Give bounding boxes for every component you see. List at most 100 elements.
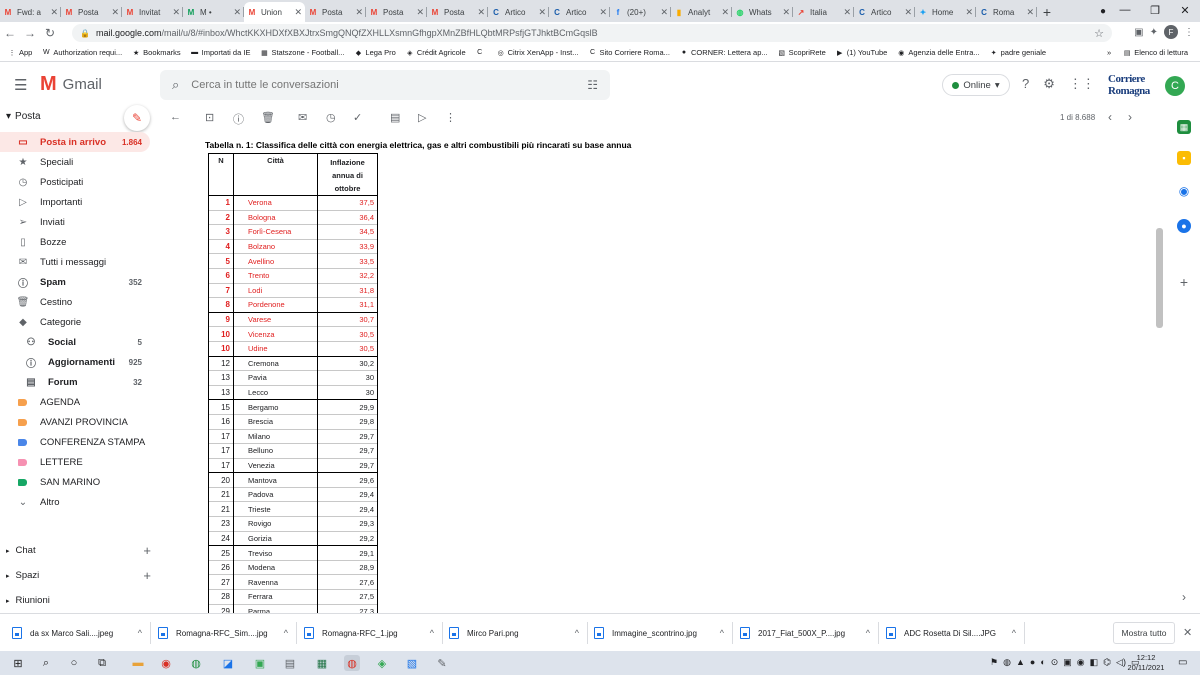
tray-icon-9[interactable]: ◧	[1090, 657, 1099, 668]
bookmark-item[interactable]: ▶ (1) YouTube	[836, 48, 887, 57]
chevron-up-icon[interactable]: ^	[430, 628, 434, 638]
browser-tab[interactable]: C Artico ✕	[488, 2, 549, 22]
sidebar-item[interactable]: ▯ Bozze	[0, 232, 150, 252]
tray-icon-7[interactable]: ▣	[1063, 657, 1072, 668]
profile-avatar[interactable]: F	[1164, 25, 1178, 39]
paint-icon[interactable]: ✎	[434, 655, 450, 671]
address-bar[interactable]: 🔒 mail.google.com/mail/u/8/#inbox/WhctKK…	[72, 24, 1112, 42]
bookmark-item[interactable]: ◉ Agenzia delle Entra...	[897, 48, 979, 57]
close-tab-icon[interactable]: ✕	[599, 7, 607, 18]
category-item[interactable]: ⚇ Social 5	[0, 332, 150, 352]
app-red-icon[interactable]: ◉	[158, 655, 174, 671]
apps-grid-icon[interactable]: ⋮⋮	[1069, 76, 1095, 92]
app-blue-icon[interactable]: ◪	[220, 655, 236, 671]
status-selector[interactable]: Online ▾	[942, 74, 1010, 96]
sidebar-item[interactable]: 🗑 Cestino	[0, 292, 150, 312]
menu-dots-icon[interactable]: ⋮	[1184, 27, 1194, 38]
account-avatar[interactable]: C	[1165, 76, 1185, 96]
close-tab-icon[interactable]: ✕	[355, 7, 363, 18]
search-icon[interactable]: ⌕	[38, 655, 54, 671]
browser-tab[interactable]: M Invitat ✕	[122, 2, 183, 22]
bookmark-item[interactable]: ▬ Importati da IE	[191, 48, 250, 57]
app-green-icon[interactable]: ▣	[252, 655, 268, 671]
sidebar-item[interactable]: ◆ Categorie	[0, 312, 150, 332]
volume-icon[interactable]: ◁)	[1116, 657, 1126, 668]
label-icon[interactable]: ▷	[418, 111, 426, 124]
tray-icon-3[interactable]: ▲	[1016, 657, 1025, 668]
move-to-icon[interactable]: ▤	[390, 111, 400, 124]
close-tab-icon[interactable]: ✕	[660, 7, 668, 18]
close-tab-icon[interactable]: ✕	[294, 7, 302, 18]
close-shelf-icon[interactable]: ✕	[1183, 626, 1192, 639]
delete-icon[interactable]: 🗑	[261, 111, 275, 124]
close-tab-icon[interactable]: ✕	[782, 7, 790, 18]
profile-dot-icon[interactable]: ●	[1095, 3, 1111, 19]
browser-tab[interactable]: f (20+) ✕	[610, 2, 671, 22]
close-tab-icon[interactable]: ✕	[1026, 7, 1034, 18]
browser-tab[interactable]: ↗ Italia ✕	[793, 2, 854, 22]
sidebar-section[interactable]: ▸ Spazi +	[6, 568, 151, 583]
sidebar-item[interactable]: ▭ Posta in arrivo 1.864	[0, 132, 150, 152]
browser-tab[interactable]: M Posta ✕	[305, 2, 366, 22]
add-icon[interactable]: +	[143, 543, 151, 558]
close-tab-icon[interactable]: ✕	[50, 7, 58, 18]
report-spam-icon[interactable]: ⓘ	[233, 111, 244, 127]
reload-icon[interactable]: ↻	[40, 26, 60, 40]
chevron-up-icon[interactable]: ^	[138, 628, 142, 638]
tray-icon-2[interactable]: ◍	[1003, 657, 1011, 668]
more-options-icon[interactable]: ⋮	[445, 111, 456, 124]
category-item[interactable]: ⓘ Aggiornamenti 925	[0, 352, 150, 372]
more-bookmarks-icon[interactable]: »	[1107, 48, 1111, 57]
file-explorer-icon[interactable]: ▬	[130, 655, 146, 671]
close-window-button[interactable]: ✕	[1170, 0, 1200, 20]
browser-tab[interactable]: M Posta ✕	[366, 2, 427, 22]
browser-tab[interactable]: M Posta ✕	[61, 2, 122, 22]
download-item[interactable]: ADC Rosetta Di Sil....JPG ^	[886, 614, 1016, 652]
snooze-icon[interactable]: ◷	[326, 111, 336, 124]
message-scrollbar[interactable]	[1156, 228, 1163, 328]
close-tab-icon[interactable]: ✕	[233, 7, 241, 18]
browser-tab[interactable]: C Artico ✕	[549, 2, 610, 22]
gear-icon[interactable]: ⚙	[1043, 76, 1055, 92]
add-task-icon[interactable]: ✓	[353, 111, 362, 124]
label-item[interactable]: AGENDA	[0, 392, 150, 412]
tray-icon-4[interactable]: ●	[1030, 657, 1035, 668]
bookmark-item[interactable]: ⋮ App	[8, 48, 33, 57]
search-input[interactable]	[191, 79, 552, 91]
gmail-logo[interactable]: M Gmail	[40, 74, 102, 94]
calendar-icon[interactable]: ▦	[1177, 120, 1191, 134]
maximize-button[interactable]: ❐	[1140, 0, 1170, 20]
next-message-icon[interactable]: ›	[1128, 110, 1132, 124]
bookmark-item[interactable]: ● CORNER: Lettera ap...	[680, 48, 768, 57]
sidebar-item[interactable]: ➢ Inviati	[0, 212, 150, 232]
bookmark-item[interactable]: ◎ Citrix XenApp - Inst...	[497, 48, 579, 57]
sidebar-section[interactable]: ▸ Riunioni	[6, 595, 151, 606]
sidebar-item[interactable]: ★ Speciali	[0, 152, 150, 172]
download-item[interactable]: Romagna-RFC_1.jpg ^	[304, 614, 434, 652]
close-tab-icon[interactable]: ✕	[904, 7, 912, 18]
add-icon[interactable]: +	[143, 568, 151, 583]
label-item[interactable]: CONFERENZA STAMPA	[0, 432, 150, 452]
tray-icon-5[interactable]: ◐	[1040, 657, 1045, 668]
excel-icon[interactable]: ▦	[314, 655, 330, 671]
archive-icon[interactable]: ⊡	[205, 111, 214, 124]
download-item[interactable]: Immagine_scontrino.jpg ^	[594, 614, 724, 652]
new-tab-button[interactable]: +	[1037, 2, 1057, 22]
chrome-icon[interactable]: ◍	[188, 655, 204, 671]
label-item[interactable]: AVANZI PROVINCIA	[0, 412, 150, 432]
browser-tab[interactable]: C Artico ✕	[854, 2, 915, 22]
taskbar-clock[interactable]: 12:12 20/11/2021	[1126, 653, 1166, 673]
bookmark-star-icon[interactable]: ☆	[1094, 27, 1104, 40]
download-item[interactable]: Mirco Pari.png ^	[449, 614, 579, 652]
chevron-up-icon[interactable]: ^	[866, 628, 870, 638]
bookmark-item[interactable]: C Sito Corriere Roma...	[589, 48, 670, 57]
browser-tab[interactable]: ◍ Whats ✕	[732, 2, 793, 22]
browser-tab[interactable]: M M • ✕	[183, 2, 244, 22]
tasks-icon[interactable]: ◉	[1177, 184, 1191, 198]
cortana-icon[interactable]: ○	[66, 655, 82, 671]
chrome-active-icon[interactable]: ◍	[344, 655, 360, 671]
browser-tab[interactable]: C Roma ✕	[976, 2, 1037, 22]
chevron-up-icon[interactable]: ^	[284, 628, 288, 638]
browser-tab[interactable]: ✦ Home ✕	[915, 2, 976, 22]
notifications-icon[interactable]: ▭	[1178, 657, 1187, 668]
